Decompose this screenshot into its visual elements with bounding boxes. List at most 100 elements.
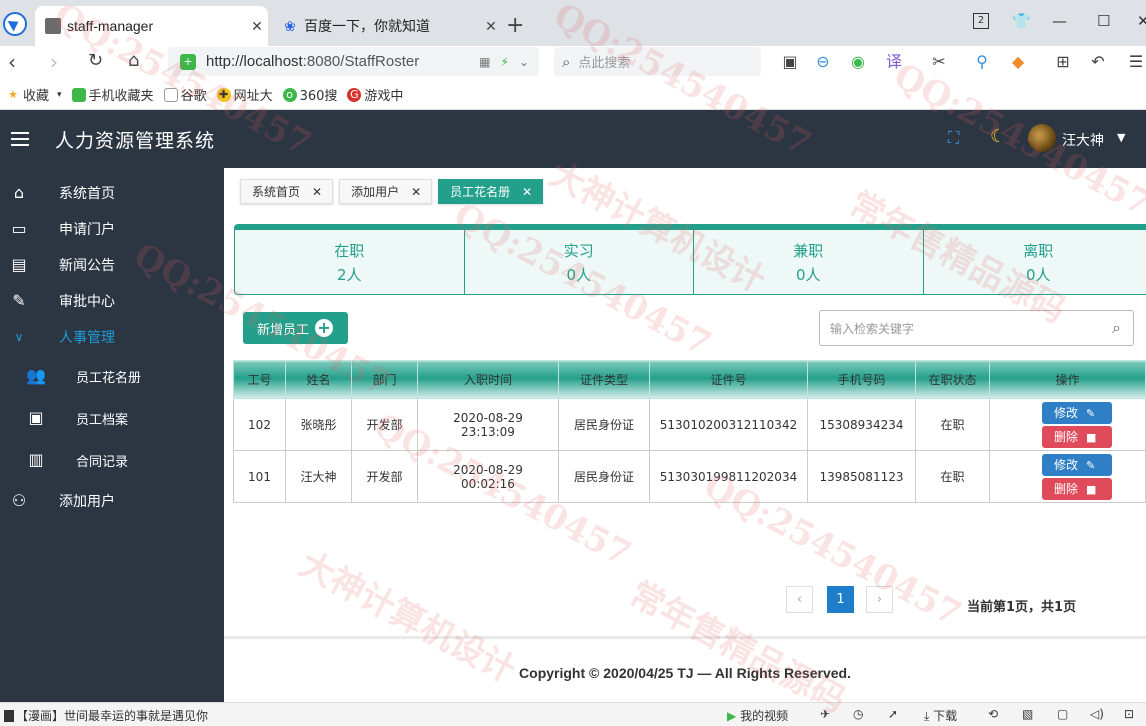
my-videos-link[interactable]: ▶ 我的视频 xyxy=(727,707,788,724)
delete-button[interactable]: 删除 ■ xyxy=(1042,425,1112,448)
col-header-name[interactable]: 姓名 xyxy=(285,360,352,399)
download-icon: ⤓ xyxy=(924,709,930,723)
bookmark-mobile[interactable]: 手机收藏夹 xyxy=(71,85,154,104)
menu-icon[interactable]: ☰ xyxy=(1126,52,1146,72)
sidebar-item-portal[interactable]: ▭ 申请门户 xyxy=(0,211,224,247)
prev-page-button[interactable]: ‹ xyxy=(786,586,813,613)
chevron-down-icon[interactable]: ⌄ xyxy=(519,55,529,69)
col-header-id-number[interactable]: 证件号 xyxy=(649,360,808,399)
secure-shield-icon: + xyxy=(180,53,196,70)
sidebar-item-roster[interactable]: 👥 员工花名册 xyxy=(0,358,224,394)
col-header-status[interactable]: 在职状态 xyxy=(915,360,990,399)
moon-icon[interactable]: ☾ xyxy=(990,127,1010,147)
maximize-icon[interactable]: ☐ xyxy=(1097,12,1110,30)
close-icon[interactable]: ✕ xyxy=(480,18,502,35)
pencil-icon: ✎ xyxy=(1086,458,1096,472)
tab-count-badge[interactable]: 2 xyxy=(973,13,989,29)
pencil-icon: ✎ xyxy=(1086,406,1096,420)
col-header-dept[interactable]: 部门 xyxy=(351,360,418,399)
tab-add-user[interactable]: 添加用户 ✕ xyxy=(339,179,433,204)
forward-icon[interactable]: › xyxy=(50,50,58,74)
sidebar-item-hr[interactable]: ∨ 人事管理 xyxy=(0,319,224,355)
caret-down-icon[interactable]: ▼ xyxy=(1117,131,1125,144)
close-window-icon[interactable]: ✕ xyxy=(1137,12,1146,30)
bookmark-360[interactable]: o 360搜 xyxy=(282,85,337,104)
sidebar-item-contract[interactable]: ▥ 合同记录 xyxy=(0,442,224,478)
url-text[interactable]: http://localhost:8080/StaffRoster xyxy=(206,53,479,70)
search-360-icon: o xyxy=(282,87,297,102)
avatar[interactable] xyxy=(1028,124,1056,152)
sync-icon[interactable]: ⟲ xyxy=(988,707,998,721)
launch-icon[interactable]: ➚ xyxy=(888,707,898,721)
stat-parttime: 兼职 0人 xyxy=(694,230,924,294)
sidebar-item-archive[interactable]: ▣ 员工档案 xyxy=(0,400,224,436)
scissors-icon[interactable]: ✂ xyxy=(929,52,949,72)
cell-status: 在职 xyxy=(915,450,990,503)
close-icon[interactable]: ✕ xyxy=(312,185,322,199)
home-icon[interactable]: ⌂ xyxy=(128,50,139,71)
minus-circle-icon[interactable]: ⊖ xyxy=(813,52,833,72)
bolt-icon[interactable]: ⚡ xyxy=(501,55,509,69)
minimize-icon[interactable]: — xyxy=(1052,12,1067,30)
shirt-icon[interactable]: 👕 xyxy=(1012,12,1031,30)
username[interactable]: 汪大神 xyxy=(1062,130,1104,150)
close-icon[interactable]: ✕ xyxy=(246,18,268,35)
sidebar-item-home[interactable]: ⌂ 系统首页 xyxy=(0,175,224,211)
col-header-phone[interactable]: 手机号码 xyxy=(807,360,916,399)
apps-grid-icon[interactable]: ⊞ xyxy=(1053,52,1073,72)
zoom-icon[interactable]: ⊡ xyxy=(1124,707,1134,721)
bookmark-games[interactable]: G 游戏中 xyxy=(347,85,403,104)
fullscreen-icon[interactable]: ⛶ xyxy=(948,129,966,147)
home-icon: ⌂ xyxy=(13,183,25,202)
browser-tab-baidu[interactable]: ❀ 百度一下，你就知道 ✕ xyxy=(272,6,502,46)
download-link[interactable]: ⤓ 下载 xyxy=(924,707,957,724)
back-icon[interactable]: ‹ xyxy=(8,50,16,74)
col-header-id-type[interactable]: 证件类型 xyxy=(558,360,650,399)
window-small-icon[interactable]: ▢ xyxy=(1057,707,1068,721)
sidebar-item-news[interactable]: ▤ 新闻公告 xyxy=(0,247,224,283)
magnifier-icon[interactable]: ⚲ xyxy=(972,52,992,72)
sidebar-item-approval[interactable]: ✎ 审批中心 xyxy=(0,283,224,319)
bookmark-urls[interactable]: ✚ 网址大 xyxy=(216,85,273,104)
browser-search-box[interactable]: ⌕ 点此搜索 xyxy=(554,47,761,76)
grid-icon[interactable]: ▦ xyxy=(479,55,490,69)
tab-home[interactable]: 系统首页 ✕ xyxy=(240,179,334,204)
search-icon[interactable]: ⌕ xyxy=(1112,318,1121,338)
bookmark-favorites[interactable]: ★ 收藏 ▾ xyxy=(6,85,61,105)
next-page-button[interactable]: › xyxy=(866,586,893,613)
news-ticker[interactable]: 【漫画】世间最幸运的事就是遇见你 xyxy=(4,707,208,724)
content-divider xyxy=(224,636,1146,639)
cell-dept: 开发部 xyxy=(351,450,418,503)
close-icon[interactable]: ✕ xyxy=(522,185,532,199)
new-tab-button[interactable]: + xyxy=(506,13,524,38)
table-row: 101 汪大神 开发部 2020-08-29 00:02:16 居民身份证 513… xyxy=(233,450,1146,503)
close-icon[interactable]: ✕ xyxy=(411,185,421,199)
browser-logo-icon[interactable] xyxy=(3,12,27,36)
page-1-button[interactable]: 1 xyxy=(827,586,854,613)
contract-icon: ▥ xyxy=(28,450,44,469)
rocket-icon[interactable]: ✈ xyxy=(820,707,830,721)
clock-icon[interactable]: ◷ xyxy=(853,707,863,721)
col-header-id[interactable]: 工号 xyxy=(233,360,286,399)
bookmark-google[interactable]: 谷歌 xyxy=(163,85,207,104)
search-input[interactable]: 输入检索关键字 ⌕ xyxy=(819,310,1134,346)
reload-icon[interactable]: ↻ xyxy=(88,50,103,71)
address-bar[interactable]: + http://localhost:8080/StaffRoster ▦ ⚡ … xyxy=(168,47,539,76)
gamepad-icon[interactable]: ◆ xyxy=(1008,52,1028,72)
undo-icon[interactable]: ↶ xyxy=(1088,52,1108,72)
delete-button[interactable]: 删除 ■ xyxy=(1042,477,1112,500)
col-header-hire-date[interactable]: 入职时间 xyxy=(417,360,559,399)
edit-button[interactable]: 修改 ✎ xyxy=(1042,453,1112,476)
tab-roster[interactable]: 员工花名册 ✕ xyxy=(438,179,544,204)
volume-icon[interactable]: ◁) xyxy=(1090,707,1104,721)
chat-icon[interactable]: ◉ xyxy=(848,52,868,72)
sidebar-item-add-user[interactable]: ⚇ 添加用户 xyxy=(0,483,224,519)
extension-icon[interactable]: ▣ xyxy=(780,52,800,72)
browser-tab-staff-manager[interactable]: staff-manager ✕ xyxy=(35,6,268,46)
image-icon[interactable]: ▧ xyxy=(1022,707,1033,721)
edit-button[interactable]: 修改 ✎ xyxy=(1042,401,1112,424)
add-employee-button[interactable]: 新增员工 + xyxy=(243,312,348,344)
hamburger-menu-icon[interactable] xyxy=(11,132,29,146)
tab-title: 百度一下，你就知道 xyxy=(304,18,430,34)
translate-icon[interactable]: 译 xyxy=(884,52,904,72)
